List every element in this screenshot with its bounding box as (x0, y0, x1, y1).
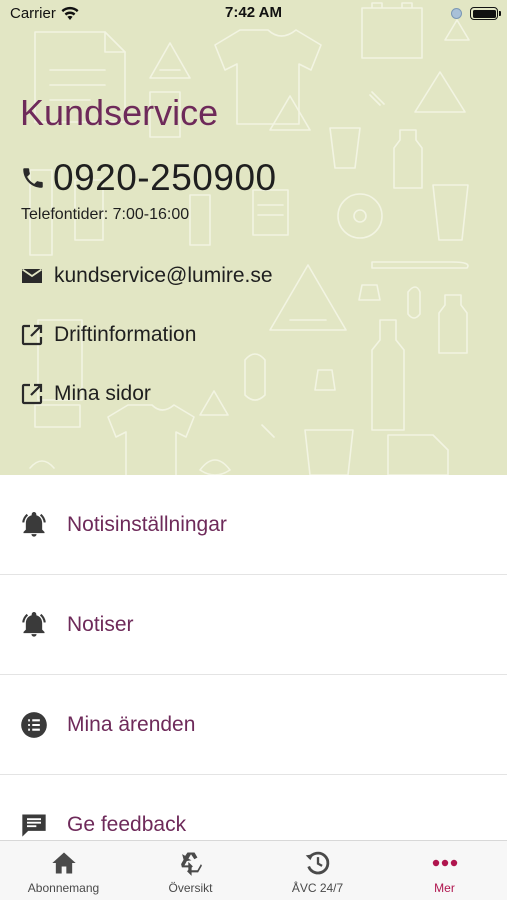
recycle-icon (180, 852, 202, 876)
phone-hours: Telefontider: 7:00-16:00 (21, 206, 190, 223)
status-time: 7:42 AM (225, 4, 282, 21)
menu-item-mina-arenden[interactable]: Mina ärenden (0, 675, 507, 775)
tab-oversikt[interactable]: Översikt (127, 841, 254, 900)
bell-icon (22, 611, 46, 637)
contact-panel: Carrier 7:42 AM Kundservice 0920-250900 … (0, 0, 507, 475)
mina-sidor-link-label: Mina sidor (54, 382, 151, 405)
menu-item-label: Notiser (67, 612, 134, 636)
email-link[interactable]: kundservice@lumire.se (20, 264, 273, 288)
driftinformation-link[interactable]: Driftinformation (20, 323, 196, 347)
bell-icon (22, 511, 46, 537)
battery-icon (470, 7, 501, 20)
clock-recycle-icon (305, 851, 329, 875)
menu-item-notisinstallningar[interactable]: Notisinställningar (0, 475, 507, 575)
external-link-icon (21, 324, 43, 346)
external-link-icon (21, 383, 43, 405)
menu-item-label: Notisinställningar (67, 512, 227, 536)
mina-sidor-link[interactable]: Mina sidor (20, 382, 151, 406)
house-icon (51, 852, 76, 874)
status-bar: Carrier 7:42 AM (0, 0, 507, 28)
more-dots-icon (432, 859, 457, 867)
phone-link[interactable]: 0920-250900 (20, 157, 277, 199)
page-title: Kundservice (20, 92, 219, 133)
menu-item-label: Ge feedback (67, 813, 187, 836)
tab-label: ÅVC 24/7 (291, 881, 344, 895)
list-icon (21, 711, 47, 738)
menu-item-notiser[interactable]: Notiser (0, 575, 507, 675)
location-services-icon (451, 8, 462, 19)
tab-label: Översikt (168, 881, 213, 895)
tab-label: Abonnemang (27, 881, 100, 895)
tab-avc-24-7[interactable]: ÅVC 24/7 (254, 841, 381, 900)
phone-icon (23, 168, 43, 188)
tab-label: Mer (434, 881, 455, 895)
tab-abonnemang[interactable]: Abonnemang (0, 841, 127, 900)
bottom-tab-bar: Abonnemang Översikt ÅVC 24/7 Mer (0, 840, 507, 900)
feedback-icon (22, 814, 46, 837)
menu-item-label: Mina ärenden (67, 712, 196, 736)
driftinformation-link-label: Driftinformation (54, 323, 197, 346)
tab-mer[interactable]: Mer (381, 841, 507, 900)
mail-icon (21, 268, 43, 283)
phone-number: 0920-250900 (53, 157, 277, 198)
email-link-label: kundservice@lumire.se (54, 264, 273, 287)
